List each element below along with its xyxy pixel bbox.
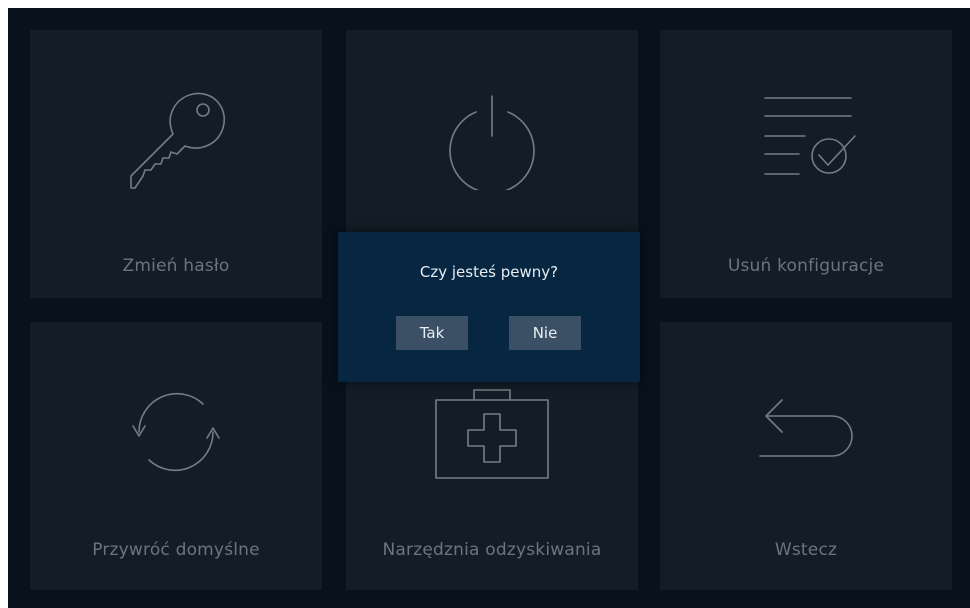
key-icon (30, 86, 322, 196)
restore-defaults-tile[interactable]: Przywróć domyślne (30, 322, 322, 590)
back-arrow-icon (660, 394, 952, 474)
recovery-tools-label: Narzędznia odzyskiwania (382, 540, 602, 560)
back-tile[interactable]: Wstecz (660, 322, 952, 590)
confirm-question: Czy jesteś pewny? (419, 263, 559, 281)
confirm-dialog: Czy jesteś pewny? Tak Nie (338, 232, 640, 382)
change-password-tile[interactable]: Zmień hasło (30, 30, 322, 298)
refresh-icon (30, 382, 322, 482)
yes-button[interactable]: Tak (396, 316, 468, 350)
first-aid-kit-icon (346, 384, 638, 480)
power-icon (346, 90, 638, 190)
back-label: Wstecz (774, 540, 838, 560)
document-check-icon (660, 92, 952, 182)
restore-defaults-label: Przywróć domyślne (92, 540, 260, 560)
change-password-label: Zmień hasło (122, 256, 230, 276)
delete-config-label: Usuń konfiguracje (727, 256, 885, 276)
settings-screen: Zmień hasło Usuń konfiguracje Przywróć d… (8, 8, 970, 608)
delete-config-tile[interactable]: Usuń konfiguracje (660, 30, 952, 298)
no-button[interactable]: Nie (509, 316, 581, 350)
